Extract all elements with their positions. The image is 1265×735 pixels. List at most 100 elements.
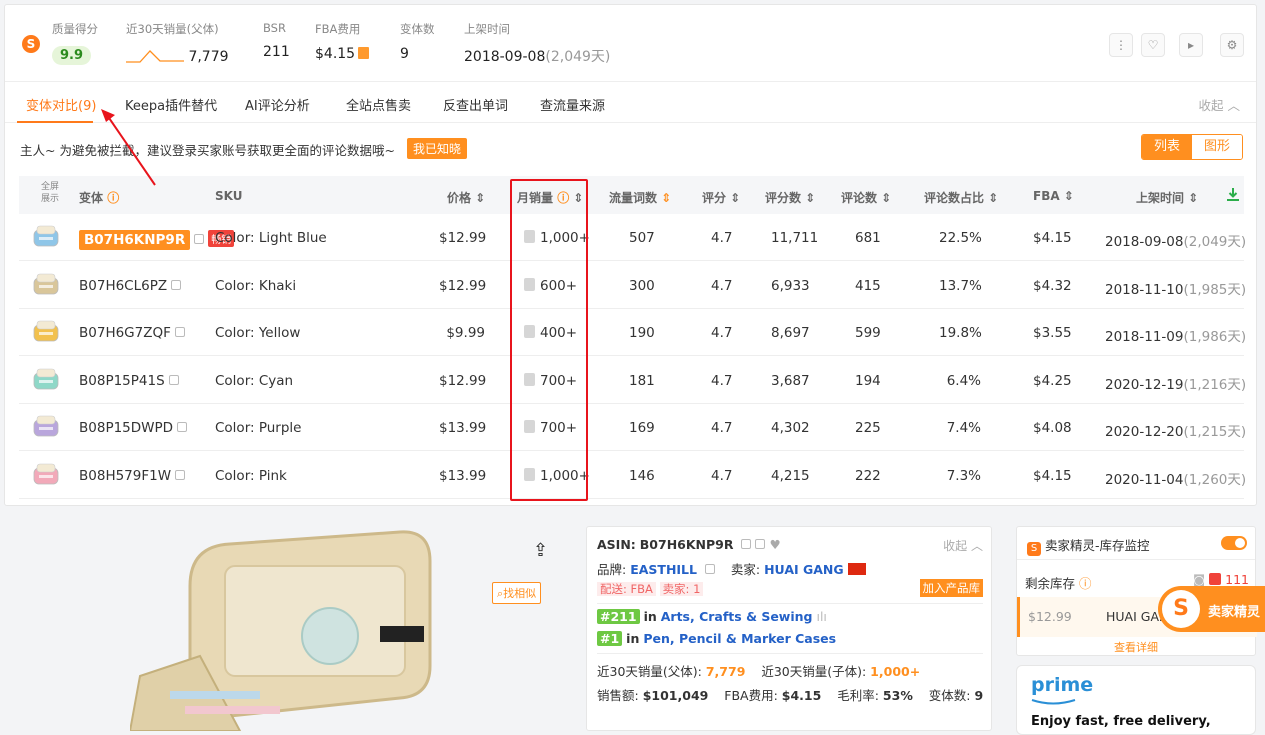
tab-ai-review[interactable]: AI评论分析 (245, 95, 310, 114)
col-rating-count[interactable]: 评分数 ⇕ (765, 189, 815, 206)
category-link-pen-cases[interactable]: Pen, Pencil & Marker Cases (643, 631, 836, 646)
variant-panel: S 质量得分 9.9 近30天销量(父体) 7,779 BSR 211 FBA费… (4, 4, 1257, 506)
rating-count-cell: 3,687 (771, 372, 810, 389)
fullscreen-toggle[interactable]: 全屏 展示 (41, 181, 59, 205)
sellersprite-floating-button[interactable]: S 卖家精灵 (1158, 586, 1265, 632)
copy-icon[interactable] (704, 564, 715, 574)
review-share-cell: 7.3% (946, 467, 981, 484)
rank-chart-icon[interactable]: ılı (816, 609, 826, 624)
asin-link[interactable]: B07H6KNP9R (79, 230, 191, 250)
table-row[interactable]: B08P15DWPD Color: Purple $13.99 700+ 169 4.7 4… (19, 404, 1247, 451)
asin-link[interactable]: B08P15DWPD (79, 420, 173, 436)
asin-link[interactable]: B08P15P41S (79, 373, 165, 389)
tab-variant-compare[interactable]: 变体对比(9) (26, 95, 96, 114)
col-review-share[interactable]: 评论数占比 ⇕ (924, 189, 998, 206)
copy-icon[interactable] (177, 422, 188, 432)
col-review-count[interactable]: 评论数 ⇕ (841, 189, 891, 206)
keyword-count-cell: 190 (629, 325, 655, 341)
tab-reverse-keywords[interactable]: 反查出单词 (443, 95, 508, 114)
chart-view-button[interactable]: 图形 (1192, 135, 1242, 159)
copy-icon[interactable] (171, 279, 182, 290)
table-row[interactable]: B08H579F1W Color: Pink $13.99 1,000+ 146 4.7 4… (19, 452, 1246, 499)
acknowledge-button[interactable]: 我已知晓 (407, 138, 468, 159)
price-cell: $12.99 (439, 230, 487, 246)
table-row[interactable]: B07H6G7ZQF Color: Yellow $9.99 400+ 190 4.7 8,… (19, 309, 1247, 356)
keyword-count-cell: 181 (629, 372, 655, 389)
variant-thumbnail[interactable] (31, 412, 61, 442)
copy-icon[interactable] (168, 374, 179, 385)
asin-value: B07H6KNP9R (639, 537, 734, 552)
col-rating[interactable]: 评分 ⇕ (702, 189, 740, 206)
view-details-link[interactable]: 查看详细 (1017, 639, 1255, 655)
copy-icon[interactable] (755, 539, 766, 549)
table-row[interactable]: B07H6CL6PZ Color: Khaki $12.99 600+ 300 4.7 6,… (19, 262, 1247, 309)
bsr-stat: BSR 211 (263, 21, 290, 60)
add-to-library-button[interactable]: 加入产品库 (919, 579, 983, 597)
variant-thumbnail[interactable] (31, 460, 61, 490)
active-tab-indicator (17, 121, 93, 123)
rating-count-cell: 4,302 (771, 420, 810, 436)
stock-monitor-toggle[interactable] (1221, 536, 1247, 550)
list-view-button[interactable]: 列表 (1142, 135, 1192, 159)
rating-cell: 4.7 (711, 467, 733, 484)
video-icon[interactable]: ▸ (1179, 33, 1203, 57)
table-row[interactable]: B08P15P41S Color: Cyan $12.99 700+ 181 4.7 3,6… (19, 357, 1246, 404)
rating-count-cell: 4,215 (771, 467, 810, 484)
keyword-count-cell: 169 (629, 420, 655, 436)
seller-link[interactable]: HUAI GANG (764, 562, 844, 577)
listing-date-cell: 2020-12-20(1,215天) (1105, 424, 1247, 440)
copy-icon[interactable] (194, 234, 205, 244)
product-detail-area: ⇪ ⌕找相似 ASIN: B07H6KNP9R ♥ 收起 ︿ 品牌: EASTH… (0, 512, 1265, 735)
china-flag-icon (847, 563, 866, 575)
collapse-button[interactable]: 收起 ︿ (1199, 95, 1241, 114)
tab-traffic-source[interactable]: 查流量来源 (540, 95, 605, 114)
col-price[interactable]: 价格 ⇕ (447, 189, 485, 206)
sellersprite-logo-icon: S (22, 35, 40, 53)
favorite-icon[interactable]: ♥ (769, 537, 780, 552)
asin-link[interactable]: B08H579F1W (79, 468, 171, 484)
stock-badge-icon (1209, 573, 1222, 585)
rating-count-cell: 11,711 (771, 230, 819, 246)
share-icon[interactable]: ⇪ (533, 540, 548, 561)
listing-date-cell: 2018-11-10(1,985天) (1105, 281, 1247, 298)
copy-icon[interactable] (175, 469, 186, 480)
variant-count-stat: 变体数 9 (400, 22, 435, 62)
col-keywords[interactable]: 流量词数 ⇕ (609, 189, 671, 206)
keyword-count-cell: 146 (629, 467, 655, 484)
rating-cell: 4.7 (711, 372, 733, 389)
col-fba[interactable]: FBA ⇕ (1033, 189, 1074, 203)
rating-count-cell: 6,933 (771, 277, 810, 294)
review-share-cell: 22.5% (939, 230, 982, 246)
product-image[interactable] (130, 526, 460, 731)
variant-thumbnail[interactable] (31, 317, 61, 347)
asin-link[interactable]: B07H6CL6PZ (79, 278, 167, 294)
review-share-cell: 7.4% (946, 420, 981, 436)
find-similar-button[interactable]: ⌕找相似 (492, 582, 542, 604)
camera-icon[interactable]: ◙ (1193, 572, 1205, 587)
quality-badge: 9.9 (52, 46, 92, 65)
download-icon[interactable] (1227, 188, 1239, 201)
review-count-cell: 681 (855, 230, 881, 246)
more-icon[interactable]: ⋮ (1109, 33, 1133, 57)
info-collapse-button[interactable]: 收起 ︿ (943, 537, 983, 554)
col-listing-date[interactable]: 上架时间 ⇕ (1136, 189, 1198, 206)
category-link-arts[interactable]: Arts, Crafts & Sewing (661, 609, 813, 624)
asin-link[interactable]: B07H6G7ZQF (79, 325, 171, 341)
listing-date-cell: 2018-11-09(1,986天) (1105, 329, 1247, 345)
table-header: 全屏 展示 变体 ⓘ SKU 价格 ⇕ 月销量 ⓘ ⇕ 流量词数 ⇕ 评分 ⇕ 评… (19, 176, 1244, 214)
review-share-cell: 19.8% (939, 325, 982, 341)
copy-icon[interactable] (174, 327, 185, 337)
sku-cell: Color: Yellow (215, 325, 301, 341)
variant-thumbnail[interactable] (31, 365, 61, 395)
variant-thumbnail[interactable] (31, 270, 61, 300)
rating-cell: 4.7 (711, 230, 733, 246)
variant-thumbnail[interactable] (31, 222, 61, 252)
table-row[interactable]: B07H6KNP9R 畅销 Color: Light Blue $12.99 1,000… (19, 214, 1246, 261)
brand-link[interactable]: EASTHILL (630, 562, 697, 577)
heart-icon[interactable]: ♡ (1141, 33, 1165, 57)
calculator-icon[interactable] (358, 47, 370, 59)
sales-trend-sparkline[interactable] (126, 46, 184, 64)
copy-icon[interactable] (741, 539, 752, 549)
settings-icon[interactable]: ⚙ (1220, 33, 1244, 57)
tab-all-sites[interactable]: 全站点售卖 (346, 95, 411, 114)
